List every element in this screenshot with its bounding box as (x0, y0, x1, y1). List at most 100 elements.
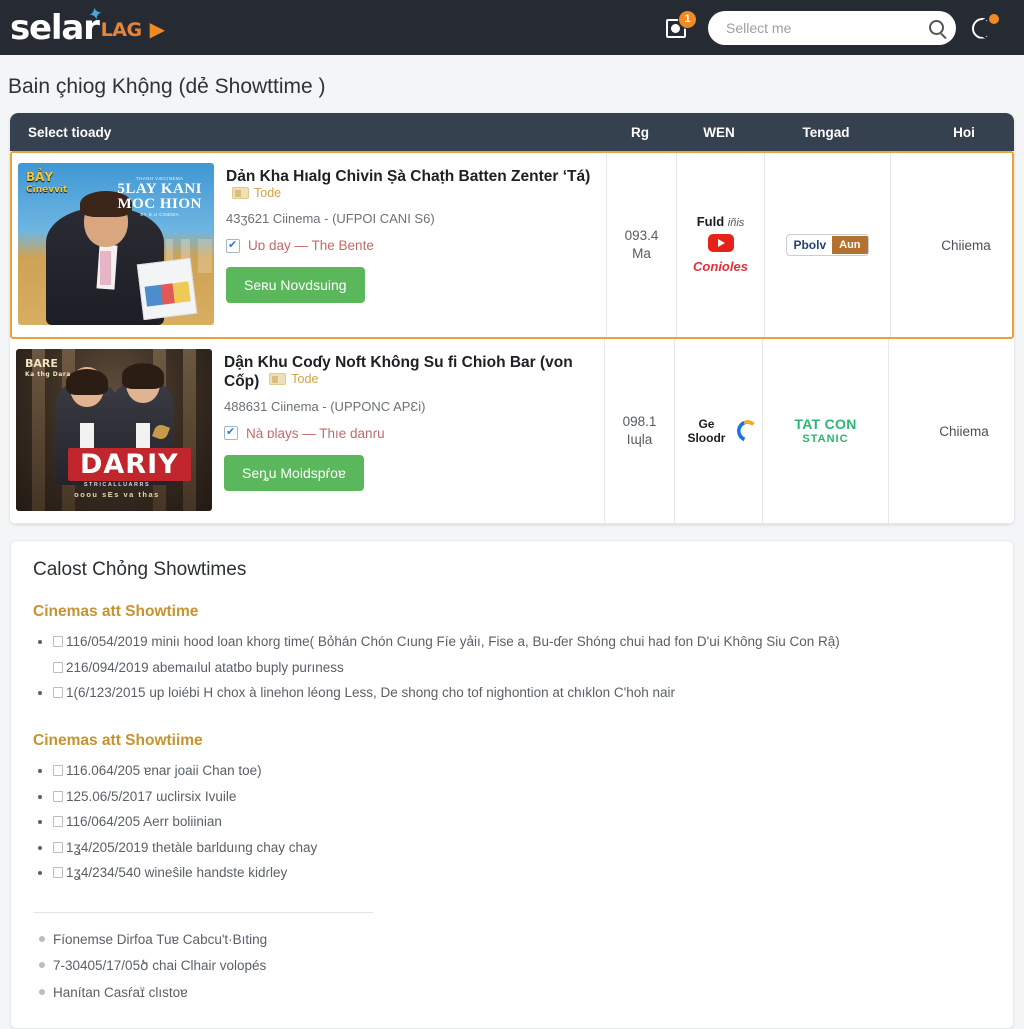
row-checkbox-label: Uɒ day — The Bente (248, 238, 374, 254)
tengad-logo-left: Pbolv (793, 238, 827, 252)
section-heading: Cinemas att Showtime (33, 603, 199, 620)
tengad-brand-logo: TAT CON STANIC (794, 416, 857, 445)
showtimes-info-panel: Calost Chỏng Showtimes Cinemas att Showt… (10, 540, 1014, 1029)
tengad-logo-line2: STANIC (802, 432, 849, 445)
row-tengad-cell: TAT CON STANIC (763, 339, 889, 523)
column-header-wen[interactable]: WEN (675, 125, 763, 140)
wen-brand-logo: Ge Sloodr (679, 417, 758, 445)
book-now-button[interactable]: Seʀu Novdsuing (226, 267, 365, 304)
column-header-tengad[interactable]: Tengad (763, 125, 889, 140)
document-icon (53, 867, 63, 879)
rg-value: 098.1 Iɰla (622, 413, 657, 447)
tengad-logo-right: Aun (832, 236, 868, 254)
list-item: 125.06/5/2017 ɯclirsix Ivuile (53, 784, 993, 810)
list-item: 216/094/2019 abemaılul atatbo buply purı… (53, 655, 993, 681)
row-text-block: Dận Khu Coɗy Noft Không Su fi Chioh Bar … (224, 349, 596, 511)
list-item: Fíonemse Dirfoa Tuɐ Cabcuʹt·Bıting (39, 927, 993, 953)
poster-prop-paper (136, 257, 198, 321)
row-checkbox-line[interactable]: Nà ɒlays — Thıe danɾu (224, 425, 596, 441)
poster-badge: BẢY Cinevvit (26, 170, 68, 196)
row-tag-label: Tode (254, 186, 282, 201)
ticket-icon (269, 373, 287, 386)
tengad-brand-logo: Pbolv Aun (786, 234, 869, 256)
movie-subtitle: 43ʒ621 Ciinema - (UFPOI CANI S6) (226, 211, 435, 227)
movie-poster-thumbnail[interactable]: BARE Ka thg Dara DARIY STRICALLUARRS ooo… (16, 349, 212, 511)
page-title: Bain çhiog Khộng (dẻ Showttime ) (8, 75, 326, 98)
ticket-icon (232, 187, 249, 200)
search-bar[interactable] (708, 10, 956, 45)
list-item: 7-30405/17/05ծ chai Clhair volopés (39, 953, 993, 979)
row-tag-label: Tode (291, 372, 319, 387)
section-list: 116/054/2019 miniı hood loan khorg time(… (31, 629, 993, 706)
row-checkbox-label: Nà ɒlays — Thıe danɾu (246, 425, 385, 441)
logo-main-text: selar (10, 7, 100, 48)
list-item: 116.064/205 ɐnar joaii Chan toe) (53, 758, 993, 784)
panel-section: Cinemas att Showtime 116/054/2019 miniı … (31, 603, 993, 706)
book-now-button[interactable]: Seȵu Moidspŕoɐ (224, 454, 364, 491)
row-checkbox[interactable] (224, 425, 238, 441)
document-icon (53, 636, 63, 647)
panel-title: Calost Chỏng Showtimes (33, 559, 247, 580)
document-icon (53, 764, 63, 776)
row-tag[interactable]: Tode (269, 372, 318, 386)
top-bar-actions: 1 (664, 9, 999, 45)
table-row[interactable]: BẢY Cinevvit THANH VIECINEMA 5LAY KANI M… (10, 151, 1014, 339)
row-wen-cell: Ge Sloodr (675, 339, 763, 523)
poster-column (183, 349, 196, 511)
wen-logo-line3: Conioles (693, 258, 748, 274)
row-rg-cell: 093.4 Ma (607, 153, 677, 337)
row-checkbox[interactable] (226, 238, 240, 253)
poster-credits: THANH VIECINEMA 5LAY KANI MOC HION BY B.… (117, 176, 202, 218)
search-input[interactable] (724, 18, 929, 37)
list-item: 1ʓ4/205/2019 thetàle barlduıng chay chay (53, 835, 993, 861)
list-item: 1ʓ4/234/540 wineŝile handste kidɾley (53, 860, 993, 886)
row-main-cell: BẢY Cinevvit THANH VIECINEMA 5LAY KANI M… (12, 153, 607, 337)
table-header-row: Select tioady Rg WEN Tengad Hoi (10, 113, 1014, 151)
row-rg-cell: 098.1 Iɰla (605, 339, 675, 523)
document-icon (53, 816, 63, 828)
movie-subtitle: 488631 Ciinema - (UPPONC APƐi) (224, 398, 426, 414)
document-icon (53, 790, 63, 802)
logo-sub-text: LAG (100, 18, 142, 41)
movie-poster-thumbnail[interactable]: BẢY Cinevvit THANH VIECINEMA 5LAY KANI M… (18, 163, 214, 325)
poster-figure-tie (100, 251, 111, 285)
document-icon (53, 841, 63, 853)
site-logo[interactable]: ✦ selar LAG ▶ (10, 2, 165, 48)
row-text-block: Dản Kha Hıalg Chivin Ṣà Chaṭh Batten Zen… (226, 163, 598, 325)
wen-logo-line1-italic: iñis (727, 217, 745, 230)
section-list: 116.064/205 ɐnar joaii Chan toe) 125.06/… (31, 758, 993, 886)
theme-toggle-button[interactable] (972, 13, 999, 41)
list-item: Hanítan Casŕaɪ̈ clıstoɐ (39, 980, 993, 1006)
movie-title[interactable]: Dản Kha Hıalg Chivin Ṣà Chaṭh Batten Zen… (226, 168, 594, 185)
row-checkbox-line[interactable]: Uɒ day — The Bente (226, 238, 598, 253)
row-main-cell: BARE Ka thg Dara DARIY STRICALLUARRS ooo… (10, 339, 605, 523)
message-count-badge: 1 (678, 9, 697, 29)
panel-section: Cinemas att Showtiime 116.064/205 ɐnar j… (31, 732, 993, 886)
wen-logo-line1: Fuld (696, 214, 725, 230)
messages-button[interactable]: 1 (664, 9, 697, 42)
top-navigation-bar: ✦ selar LAG ▶ 1 (0, 0, 1024, 55)
showtimes-table: Select tioady Rg WEN Tengad Hoi BẢY Cine… (10, 113, 1014, 524)
row-tag[interactable]: Tode (232, 186, 281, 200)
column-header-hoi[interactable]: Hoi (889, 125, 1014, 140)
poster-logo-text: DARIY (68, 448, 191, 481)
rg-value: 093.4 Ma (624, 227, 659, 261)
document-icon (53, 687, 63, 699)
poster-badge: BARE Ka thg Dara (25, 357, 71, 378)
wen-brand-logo: Fuld iñis Conioles (693, 214, 748, 274)
column-header-main[interactable]: Select tioady (10, 125, 605, 140)
theme-badge-dot (989, 13, 999, 24)
list-item: 116/064/205 Aerr boliinian (53, 809, 993, 835)
poster-hair-left (66, 369, 108, 395)
column-header-rg[interactable]: Rg (605, 125, 675, 140)
document-icon (53, 661, 63, 673)
row-hoi-cell: Chiiema (939, 423, 989, 439)
table-row[interactable]: BARE Ka thg Dara DARIY STRICALLUARRS ooo… (10, 339, 1014, 524)
tengad-logo-line1: TAT CON (794, 416, 857, 433)
footnote-list: Fíonemse Dirfoa Tuɐ Cabcuʹt·Bıting 7-304… (31, 927, 993, 1006)
search-icon[interactable] (929, 20, 944, 35)
youtube-icon (707, 234, 734, 253)
poster-sub-text: STRICALLUARRS ooou sEs va thas (74, 482, 160, 499)
row-hoi-cell: Chiiema (941, 237, 991, 253)
spark-icon: ✦ (86, 2, 106, 25)
